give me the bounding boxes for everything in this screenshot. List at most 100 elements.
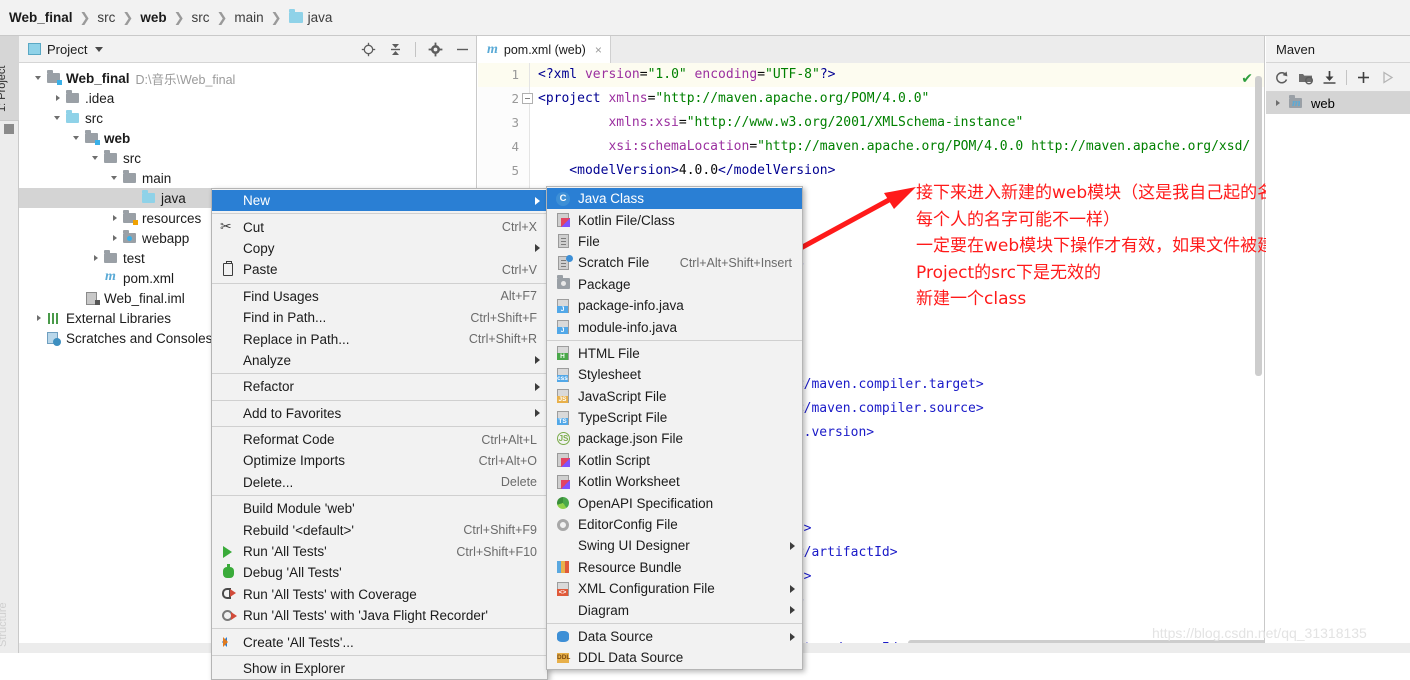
menu-item-ddl-data-source[interactable]: DDLDDL Data Source	[547, 647, 802, 668]
menu-item-kotlin-script[interactable]: Kotlin Script	[547, 450, 802, 471]
maven-tree-row-web[interactable]: m web	[1266, 92, 1410, 114]
breadcrumb-item-src[interactable]: src	[94, 10, 118, 25]
chevron-right-icon[interactable]	[1272, 97, 1285, 110]
tree-item-label: Web_final	[66, 71, 136, 86]
library-icon	[46, 311, 62, 325]
menu-item-diagram[interactable]: Diagram	[547, 599, 802, 620]
menu-item-copy[interactable]: Copy	[212, 238, 547, 259]
breadcrumb-separator: ❯	[213, 10, 232, 26]
menu-item-typescript-file[interactable]: TSTypeScript File	[547, 407, 802, 428]
tree-item-src[interactable]: src	[19, 148, 476, 168]
menu-item-editorconfig-file[interactable]: EditorConfig File	[547, 514, 802, 535]
menu-item-analyze[interactable]: Analyze	[212, 350, 547, 371]
code-token: ?>	[820, 67, 836, 82]
chevron-down-icon[interactable]	[33, 72, 46, 85]
menu-item-kotlin-worksheet[interactable]: Kotlin Worksheet	[547, 471, 802, 492]
tree-item-src[interactable]: src	[19, 108, 476, 128]
package-icon	[555, 276, 572, 292]
plus-icon[interactable]	[1356, 70, 1371, 85]
menu-separator	[212, 400, 547, 401]
menu-item-show-in-explorer[interactable]: Show in Explorer	[212, 658, 547, 679]
menu-item-scratch-file[interactable]: Scratch FileCtrl+Alt+Shift+Insert	[547, 252, 802, 273]
chevron-down-icon[interactable]	[109, 172, 122, 185]
tool-window-tab-structure[interactable]: Structure	[0, 581, 19, 651]
maven-toolbar	[1266, 63, 1410, 92]
tree-item-main[interactable]: main	[19, 168, 476, 188]
maven-panel-title: Maven	[1266, 36, 1410, 63]
menu-item-stylesheet[interactable]: cssStylesheet	[547, 364, 802, 385]
menu-item-module-info-java[interactable]: Jmodule-info.java	[547, 316, 802, 337]
breadcrumb-item-src[interactable]: src	[189, 10, 213, 25]
gear-icon[interactable]	[428, 42, 443, 57]
editor-vertical-scrollbar[interactable]	[1255, 76, 1262, 376]
menu-item-openapi-specification[interactable]: OpenAPI Specification	[547, 492, 802, 513]
locate-icon[interactable]	[361, 42, 376, 57]
chevron-down-icon[interactable]	[71, 132, 84, 145]
menu-item-resource-bundle[interactable]: Resource Bundle	[547, 557, 802, 578]
menu-item-cut[interactable]: CutCtrl+X	[212, 216, 547, 237]
chevron-down-icon[interactable]	[90, 152, 103, 165]
menu-item-create-all-tests[interactable]: Create 'All Tests'...	[212, 631, 547, 652]
menu-item-debug-all-tests[interactable]: Debug 'All Tests'	[212, 562, 547, 583]
chevron-right-icon[interactable]	[52, 92, 65, 105]
menu-item-file[interactable]: File	[547, 231, 802, 252]
inspection-ok-icon[interactable]: ✔	[1241, 70, 1253, 87]
new-submenu[interactable]: CJava ClassKotlin File/ClassFileScratch …	[546, 186, 803, 670]
menu-item-html-file[interactable]: HHTML File	[547, 343, 802, 364]
menu-item-build-module-web[interactable]: Build Module 'web'	[212, 498, 547, 519]
menu-item-refactor[interactable]: Refactor	[212, 376, 547, 397]
tool-window-tab-project[interactable]: 1: Project	[0, 36, 19, 121]
menu-item-run-all-tests-with-coverage[interactable]: Run 'All Tests' with Coverage	[212, 584, 547, 605]
editor-tab-pom-xml[interactable]: m pom.xml (web) ×	[478, 36, 611, 63]
add-maven-project-icon[interactable]	[1298, 70, 1313, 85]
menu-item-replace-in-path[interactable]: Replace in Path...Ctrl+Shift+R	[212, 328, 547, 349]
menu-item-package-json-file[interactable]: JSpackage.json File	[547, 428, 802, 449]
breadcrumb-item-label: web	[140, 10, 166, 25]
breadcrumb-item-web[interactable]: web	[137, 10, 169, 25]
menu-item-swing-ui-designer[interactable]: Swing UI Designer	[547, 535, 802, 556]
menu-item-optimize-imports[interactable]: Optimize ImportsCtrl+Alt+O	[212, 450, 547, 471]
scratch-file-icon	[555, 255, 572, 271]
refresh-icon[interactable]	[1274, 70, 1289, 85]
menu-item-xml-configuration-file[interactable]: <>XML Configuration File	[547, 578, 802, 599]
chevron-right-icon[interactable]	[109, 212, 122, 225]
breadcrumb-item-main[interactable]: main	[231, 10, 266, 25]
folder-webapp-icon	[122, 231, 138, 245]
menu-item-run-all-tests[interactable]: Run 'All Tests'Ctrl+Shift+F10	[212, 541, 547, 562]
collapse-all-icon[interactable]	[388, 42, 403, 57]
chevron-right-icon[interactable]	[109, 232, 122, 245]
close-icon[interactable]: ×	[595, 43, 602, 57]
menu-item-find-usages[interactable]: Find UsagesAlt+F7	[212, 286, 547, 307]
minimize-icon[interactable]	[455, 42, 470, 57]
menu-item-java-class[interactable]: CJava Class	[547, 188, 802, 209]
menu-item-package[interactable]: Package	[547, 274, 802, 295]
menu-item-find-in-path[interactable]: Find in Path...Ctrl+Shift+F	[212, 307, 547, 328]
menu-item-paste[interactable]: PasteCtrl+V	[212, 259, 547, 280]
chevron-right-icon[interactable]	[90, 252, 103, 265]
menu-item-shortcut: Ctrl+Shift+R	[469, 332, 547, 346]
download-sources-icon[interactable]	[1322, 70, 1337, 85]
menu-item-kotlin-file-class[interactable]: Kotlin File/Class	[547, 209, 802, 230]
menu-item-label: Package	[578, 277, 802, 292]
menu-item-new[interactable]: New	[212, 190, 547, 211]
breadcrumb-item-web-final[interactable]: Web_final	[6, 10, 76, 25]
menu-item-run-all-tests-with-java-flight-recorder[interactable]: Run 'All Tests' with 'Java Flight Record…	[212, 605, 547, 626]
chevron-down-icon[interactable]	[52, 112, 65, 125]
menu-item-reformat-code[interactable]: Reformat CodeCtrl+Alt+L	[212, 429, 547, 450]
menu-item-delete[interactable]: Delete...Delete	[212, 472, 547, 493]
tree-spacer	[71, 292, 84, 305]
menu-item-javascript-file[interactable]: JSJavaScript File	[547, 386, 802, 407]
tree-item--idea[interactable]: .idea	[19, 88, 476, 108]
tree-item-web[interactable]: web	[19, 128, 476, 148]
menu-item-package-info-java[interactable]: Jpackage-info.java	[547, 295, 802, 316]
menu-item-rebuild-default[interactable]: Rebuild '<default>'Ctrl+Shift+F9	[212, 519, 547, 540]
breadcrumb-item-java[interactable]: java	[286, 10, 336, 25]
menu-item-label: Refactor	[243, 379, 547, 394]
chevron-right-icon[interactable]	[33, 312, 46, 325]
chevron-down-icon[interactable]	[95, 47, 103, 52]
menu-item-data-source[interactable]: Data Source	[547, 626, 802, 647]
tree-item-web-final[interactable]: Web_finalD:\音乐\Web_final	[19, 68, 476, 88]
breadcrumb-separator: ❯	[76, 10, 95, 26]
context-menu[interactable]: New CutCtrl+XCopyPasteCtrl+V Find UsagesAl…	[211, 188, 548, 680]
menu-item-add-to-favorites[interactable]: Add to Favorites	[212, 403, 547, 424]
